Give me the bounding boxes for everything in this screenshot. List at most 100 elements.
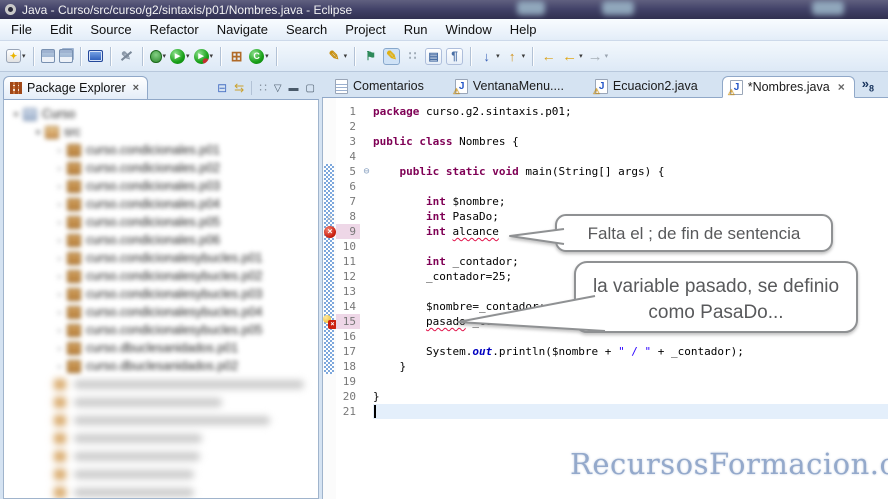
code-line[interactable]: int _contador; (373, 254, 888, 269)
show-whitespace-characters-button[interactable]: ¶ (445, 44, 464, 68)
skip-all-breakpoints-button[interactable]: ✎ (117, 44, 136, 68)
code-line[interactable]: int $nombre; (373, 194, 888, 209)
menu-file[interactable]: File (2, 20, 41, 39)
tree-item-blurred[interactable] (4, 411, 318, 429)
code-line[interactable] (373, 374, 888, 389)
menu-search[interactable]: Search (277, 20, 336, 39)
code-line[interactable]: public static void main(String[] args) { (373, 164, 888, 179)
marker-warning[interactable]: ⚠ (323, 209, 337, 224)
tree-item-curso-condicionalesybucles-p05[interactable]: ▹ curso.condicionalesybucles.p05 (4, 321, 318, 339)
code-line[interactable]: public class Nombres { (373, 134, 888, 149)
tree-item-curso-dbuclesanidados-p02[interactable]: ▹ curso.dbuclesanidados.p02 (4, 357, 318, 375)
collapse-all-icon[interactable]: ⊟ (217, 81, 227, 95)
chevron-collapsed-icon[interactable]: ▹ (55, 146, 65, 155)
tree-item-curso-condicionales-p02[interactable]: ▹ curso.condicionales.p02 (4, 159, 318, 177)
view-menu-icon[interactable]: ▽ (274, 83, 282, 94)
chevron-collapsed-icon[interactable]: ▹ (55, 290, 65, 299)
tree-item-blurred[interactable] (4, 465, 318, 483)
open-java-editor-button[interactable]: ✎ ▾ (325, 44, 349, 68)
new-java-class-button[interactable]: C ▾ (248, 44, 270, 68)
tree-item-curso-condicionales-p06[interactable]: ▹ curso.condicionales.p06 (4, 231, 318, 249)
code-lines[interactable]: package curso.g2.sintaxis.p01; public cla… (373, 98, 888, 499)
close-icon[interactable]: × (838, 80, 845, 94)
back-button[interactable]: ← ▾ (560, 44, 584, 68)
tree-item-blurred[interactable] (4, 429, 318, 447)
code-line[interactable]: int alcance (373, 224, 888, 239)
code-line[interactable] (373, 329, 888, 344)
export-button[interactable] (304, 44, 323, 68)
last-edit-pin-button[interactable]: ⚑ (361, 44, 380, 68)
menu-source[interactable]: Source (81, 20, 140, 39)
code-line[interactable]: System.out.println($nombre + " / " + _co… (373, 344, 888, 359)
code-line[interactable]: } (373, 389, 888, 404)
code-line[interactable] (373, 284, 888, 299)
last-edit-location-button[interactable]: ← (539, 44, 558, 68)
code-editor[interactable]: ⚠ × × 1 2 3 4 5 6 7 8 9 10 11 12 13 14 15 16 17 18 19 20 21 ⊖ … (322, 98, 888, 499)
tree-item-curso-condicionales-p03[interactable]: ▹ curso.condicionales.p03 (4, 177, 318, 195)
menu-help[interactable]: Help (501, 20, 546, 39)
code-line[interactable] (373, 239, 888, 254)
previous-annotation-button[interactable]: ↑ ▾ (503, 44, 527, 68)
menu-navigate[interactable]: Navigate (208, 20, 277, 39)
debug-button[interactable]: ▾ (149, 44, 168, 68)
code-line[interactable]: package curso.g2.sintaxis.p01; (373, 104, 888, 119)
run-external-tools-button[interactable]: ▶ ▾ (193, 44, 215, 68)
mark-occurrences-button[interactable]: ✎ (382, 44, 401, 68)
tab-ecuacion2-java[interactable]: ⚠ Ecuacion2.java (588, 75, 707, 97)
chevron-collapsed-icon[interactable]: ▹ (55, 272, 65, 281)
chevron-expanded-icon[interactable]: ▾ (11, 110, 21, 119)
new-java-project-button[interactable]: ⊞ (227, 44, 246, 68)
link-with-editor-icon[interactable]: ⇆ (234, 81, 244, 95)
annotation-ruler[interactable]: ⚠ × × (323, 98, 337, 499)
save-all-button[interactable] (58, 44, 74, 68)
chevron-collapsed-icon[interactable]: ▹ (55, 164, 65, 173)
chevron-collapsed-icon[interactable]: ▹ (55, 200, 65, 209)
chevron-collapsed-icon[interactable]: ▹ (55, 254, 65, 263)
tree-item-curso[interactable]: ▾ Curso (4, 105, 318, 123)
tree-item-curso-condicionalesybucles-p04[interactable]: ▹ curso.condicionalesybucles.p04 (4, 303, 318, 321)
chevron-collapsed-icon[interactable]: ▹ (55, 326, 65, 335)
tree-item-src[interactable]: ▾ src (4, 123, 318, 141)
import-button[interactable] (283, 44, 302, 68)
marker-bulb-error[interactable]: × (323, 314, 337, 329)
tree-item-blurred[interactable] (4, 483, 318, 498)
menu-run[interactable]: Run (395, 20, 437, 39)
code-line[interactable] (373, 179, 888, 194)
tab-overflow-chevron[interactable]: »8 (862, 76, 874, 94)
tree-item-curso-condicionales-p05[interactable]: ▹ curso.condicionales.p05 (4, 213, 318, 231)
tab-comentarios[interactable]: Comentarios (328, 75, 433, 97)
tree-item-blurred[interactable] (4, 375, 318, 393)
code-line[interactable]: int PasaDo; (373, 209, 888, 224)
new-wizard-button[interactable]: ✦ ▾ (5, 44, 27, 68)
fold-collapse-icon[interactable]: ⊖ (361, 164, 372, 179)
folding-column[interactable]: ⊖ (360, 98, 373, 499)
open-console-button[interactable] (87, 44, 104, 68)
minimize-icon[interactable]: ▬ (289, 83, 299, 94)
tab-ventanamenu-[interactable]: ⚠ VentanaMenu.... (448, 75, 573, 97)
tree-item-blurred[interactable] (4, 447, 318, 465)
code-line[interactable] (373, 149, 888, 164)
close-icon[interactable]: × (133, 82, 139, 94)
chevron-collapsed-icon[interactable]: ▹ (55, 236, 65, 245)
menu-edit[interactable]: Edit (41, 20, 81, 39)
code-line[interactable]: } (373, 359, 888, 374)
tree-item-curso-condicionalesybucles-p01[interactable]: ▹ curso.condicionalesybucles.p01 (4, 249, 318, 267)
chevron-expanded-icon[interactable]: ▾ (33, 128, 43, 137)
code-line[interactable]: $nombre=_contador; (373, 299, 888, 314)
tree-item-curso-condicionales-p01[interactable]: ▹ curso.condicionales.p01 (4, 141, 318, 159)
maximize-icon[interactable]: ▢ (306, 83, 315, 94)
focus-menu-icon[interactable]: ∷ (259, 81, 267, 95)
chevron-collapsed-icon[interactable]: ▹ (55, 362, 65, 371)
tab-package-explorer[interactable]: Package Explorer × (3, 76, 149, 99)
code-line[interactable] (373, 119, 888, 134)
menu-project[interactable]: Project (336, 20, 394, 39)
link-with-editor-button[interactable]: ∷ (403, 44, 422, 68)
tab--nombres-java[interactable]: ⚠ *Nombres.java × (721, 76, 855, 98)
menu-window[interactable]: Window (437, 20, 501, 39)
code-line[interactable]: pasado=_contador; (373, 314, 888, 329)
run-button[interactable]: ▶ ▾ (169, 44, 191, 68)
tree-item-curso-condicionalesybucles-p02[interactable]: ▹ curso.condicionalesybucles.p02 (4, 267, 318, 285)
tree-item-curso-dbuclesanidados-p01[interactable]: ▹ curso.dbuclesanidados.p01 (4, 339, 318, 357)
code-line[interactable] (373, 404, 888, 419)
forward-button[interactable]: → ▾ (586, 44, 610, 68)
